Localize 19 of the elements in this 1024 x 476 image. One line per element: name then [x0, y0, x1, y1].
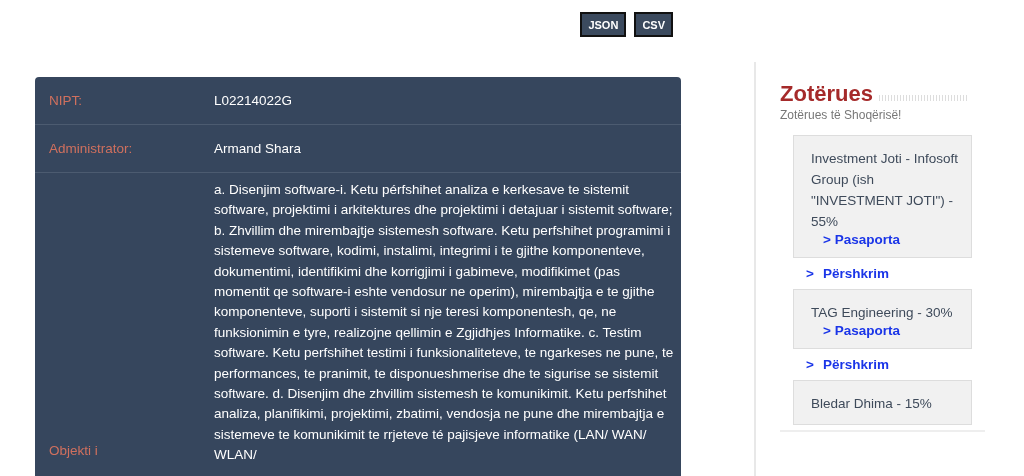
- passport-link[interactable]: > Pasaporta: [811, 323, 961, 338]
- caret-icon: >: [806, 357, 814, 372]
- field-value: Armand Shara: [214, 140, 303, 158]
- field-value: L02214022G: [214, 92, 294, 110]
- field-label: Administrator:: [49, 141, 133, 156]
- passport-link[interactable]: > Pasaporta: [811, 232, 961, 247]
- owner-name: Investment Joti - Infosoft Group (ish "INVESTMENT JOTI") - 55%: [811, 150, 960, 231]
- sidebar-subtitle: Zotërues të Shoqërisë!: [780, 108, 903, 122]
- field-label: Objekti i: [49, 443, 98, 458]
- description-link[interactable]: Përshkrim: [822, 357, 889, 372]
- export-button[interactable]: CSV: [634, 12, 673, 37]
- description-link[interactable]: Përshkrim: [822, 266, 889, 281]
- field-value: a. Disenjim software-i. Ketu pérfshihet analiza e kerkesave te sistemit software, projektimi i arkitektures dhe projektimi i detajuar i sistemit software; b. Zhvillim dhe mirembajtje sistemesh software. Ketu perfshihet programimi i sistemeve software, kodimi, instalimi, integrimi i te gjithe komponenteve, dokumentimi, identifikimi dhe korrigjimi i gabimeve, modifikimet (pas momentit qe software-i eshte vendosur ne operim), mirembajtja e te gjithe komponenteve, suporti i sistemit si nje teresi komponentesh, qe, ne funksionimin e tyre, realizojne qellimin e Zgjidhjes Informatike. c. Testim software. Ketu perfshihet testimi i funksionaliteteve, te ngarkeses ne pune, te performances, te pranimit, te disponueshmerise dhe te sigurise se sistemit software. d. Disenjim dhe zhvillim sistemesh te komunikimit. Ketu perfshihet analiza, planifikimi, projektimi, zbatimi, vendosja ne pune dhe mirembajtja e sistemeve te komunikimit te rrjeteve té pajisjeve informatike (LAN/ WAN/ WLAN/: [214, 181, 675, 465]
- owner-name: TAG Engineering - 30%: [811, 304, 954, 322]
- export-button[interactable]: JSON: [580, 12, 627, 37]
- caret-icon: >: [806, 266, 814, 281]
- owner-name: Bledar Dhima - 15%: [811, 395, 933, 413]
- field-label: NIPT:: [49, 93, 82, 108]
- sidebar-title: Zotërues: [780, 81, 873, 107]
